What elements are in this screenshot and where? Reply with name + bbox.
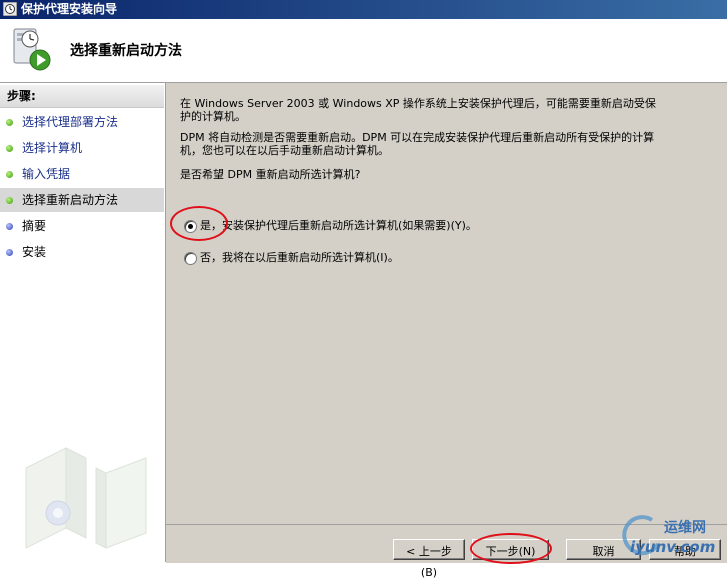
next-button[interactable]: 下一步(N) — [472, 539, 549, 560]
restart-no-label[interactable]: 否，我将在以后重新启动所选计算机(I)。 — [200, 250, 399, 266]
window-title: 保护代理安装向导 — [21, 2, 118, 16]
step-select-restart-method[interactable]: 选择重新启动方法 — [0, 188, 164, 212]
wizard-clock-icon — [3, 2, 17, 16]
step-label: 选择代理部署方法 — [22, 115, 119, 129]
intro-line-1: 在 Windows Server 2003 或 Windows XP 操作系统上… — [180, 97, 656, 110]
restart-yes-radio[interactable] — [184, 220, 197, 233]
radio-selected-dot — [188, 224, 193, 229]
step-label: 输入凭据 — [22, 167, 71, 181]
step-current-icon — [6, 197, 13, 204]
watermark: 运维网 iyunv.com — [620, 512, 727, 562]
intro-line-2: 护的计算机。 — [180, 110, 246, 123]
restart-yes-label[interactable]: 是，安装保护代理后重新启动所选计算机(如果需要)(Y)。 — [200, 218, 477, 234]
step-complete-icon — [6, 171, 13, 178]
step-complete-icon — [6, 145, 13, 152]
restart-no-radio[interactable] — [184, 252, 197, 265]
intro-text: 在 Windows Server 2003 或 Windows XP 操作系统上… — [180, 97, 656, 123]
step-label: 选择重新启动方法 — [22, 193, 119, 207]
servers-illustration-icon — [25, 447, 147, 549]
steps-heading-label: 步骤: — [7, 89, 36, 103]
detect-text: DPM 将自动检测是否需要重新启动。DPM 可以在完成安装保护代理后重新启动所有… — [180, 131, 654, 157]
watermark-text-1: 运维网 — [664, 520, 706, 536]
step-select-computers[interactable]: 选择计算机 — [0, 136, 164, 160]
step-select-deployment-method[interactable]: 选择代理部署方法 — [0, 110, 164, 134]
watermark-text-2: iyunv.com — [630, 538, 716, 556]
restart-computer-icon — [13, 28, 51, 71]
question-text: 是否希望 DPM 重新启动所选计算机? — [180, 168, 361, 181]
page-title: 选择重新启动方法 — [70, 43, 182, 59]
main-content: 在 Windows Server 2003 或 Windows XP 操作系统上… — [166, 83, 727, 524]
step-summary[interactable]: 摘要 — [0, 214, 164, 238]
title-bar[interactable]: 保护代理安装向导 — [0, 0, 727, 19]
step-install[interactable]: 安装 — [0, 240, 164, 264]
detect-line-2: 机，您也可以在以后手动重新启动计算机。 — [180, 144, 389, 157]
step-label: 安装 — [22, 245, 47, 259]
step-pending-icon — [6, 223, 13, 230]
step-enter-credentials[interactable]: 输入凭据 — [0, 162, 164, 186]
step-label: 摘要 — [22, 219, 47, 233]
steps-heading: 步骤: — [0, 85, 164, 108]
back-button[interactable]: < 上一步(B) — [393, 539, 465, 579]
wizard-header: 选择重新启动方法 — [0, 19, 727, 83]
detect-line-1: DPM 将自动检测是否需要重新启动。DPM 可以在完成安装保护代理后重新启动所有… — [180, 131, 655, 144]
step-pending-icon — [6, 249, 13, 256]
step-label: 选择计算机 — [22, 141, 83, 155]
steps-pane: 步骤: 选择代理部署方法 选择计算机 输入凭据 选择重新启动方法 摘要 安装 — [0, 83, 166, 562]
step-complete-icon — [6, 119, 13, 126]
